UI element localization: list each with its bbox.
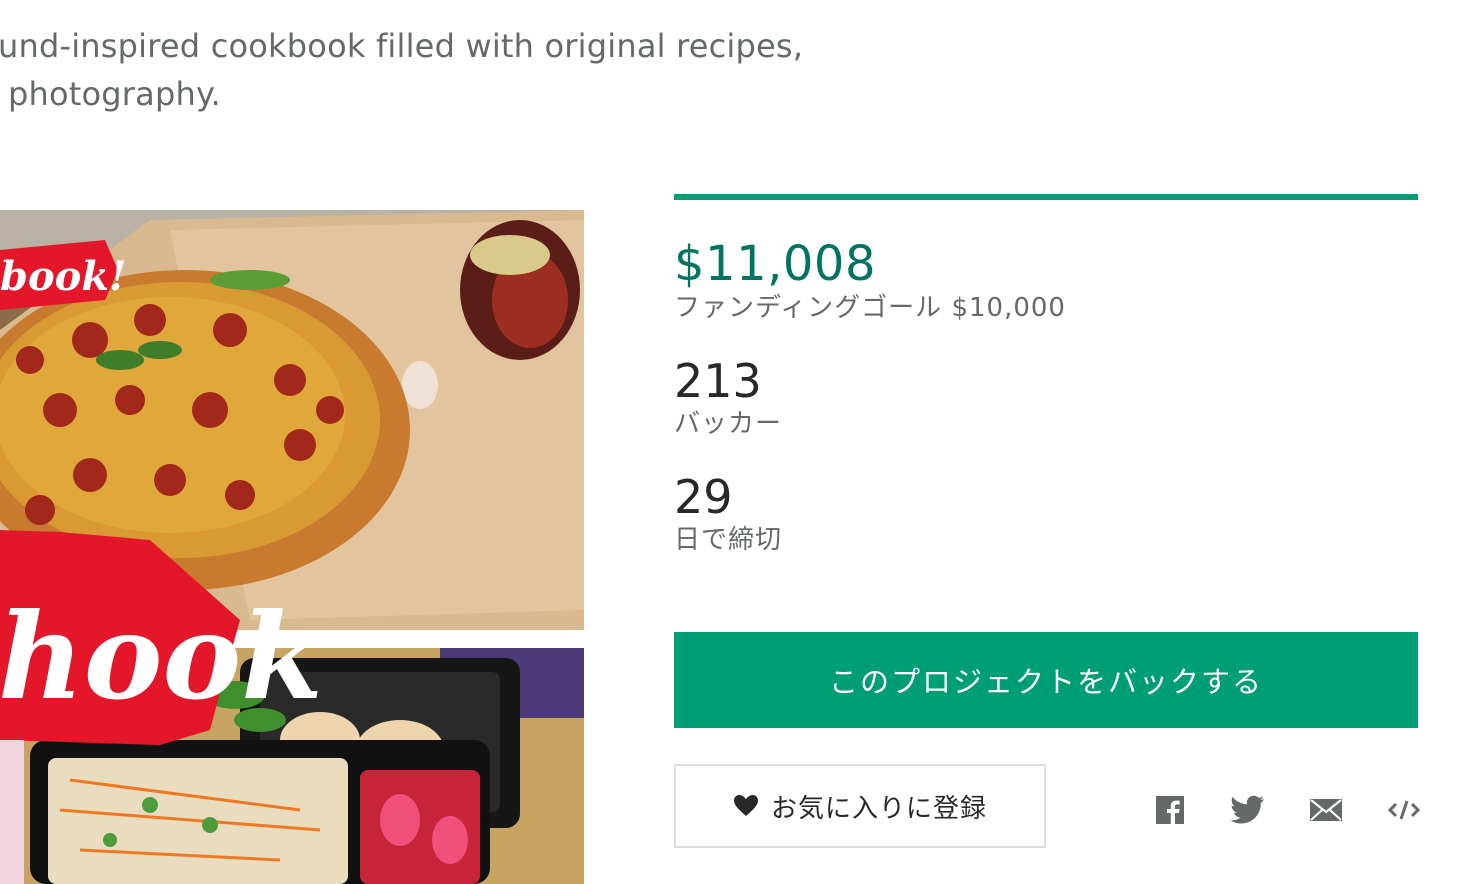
remind-me-button[interactable]: お気に入りに登録 (674, 764, 1046, 848)
days-left-stat: 29 日で締切 (674, 470, 1418, 556)
remind-me-label: お気に入りに登録 (770, 793, 987, 824)
share-icons (1150, 790, 1421, 830)
backers-stat: 213 バッカー (674, 354, 1418, 440)
funding-stats: $11,008 ファンディングゴール $10,000 213 バッカー 29 日… (674, 194, 1418, 556)
facebook-icon[interactable] (1150, 790, 1190, 830)
days-left-count: 29 (674, 470, 733, 524)
project-video-thumbnail[interactable]: book! hook (0, 210, 584, 884)
funding-progress-fill (674, 194, 1418, 200)
description-line-2: photography. (8, 75, 221, 113)
food-collage-image: book! hook (0, 210, 584, 884)
cookbook-overlay-bottom: hook (0, 587, 323, 726)
embed-icon[interactable] (1384, 790, 1424, 830)
funding-goal: ファンディングゴール $10,000 (674, 293, 1066, 323)
project-page: und-inspired cookbook filled with origin… (0, 0, 1484, 884)
pledged-amount: $11,008 (674, 236, 876, 292)
description-line-1: und-inspired cookbook filled with origin… (0, 27, 804, 65)
twitter-icon[interactable] (1228, 790, 1268, 830)
funding-progress-bar (674, 194, 1418, 200)
heart-icon (733, 795, 758, 816)
project-description: und-inspired cookbook filled with origin… (0, 22, 898, 118)
cookbook-overlay-top: book! (0, 253, 127, 300)
backers-count: 213 (674, 354, 762, 408)
back-this-project-button[interactable]: このプロジェクトをバックする (674, 632, 1418, 728)
days-left-label: 日で締切 (674, 525, 783, 555)
backers-label: バッカー (674, 409, 783, 439)
email-icon[interactable] (1306, 790, 1346, 830)
